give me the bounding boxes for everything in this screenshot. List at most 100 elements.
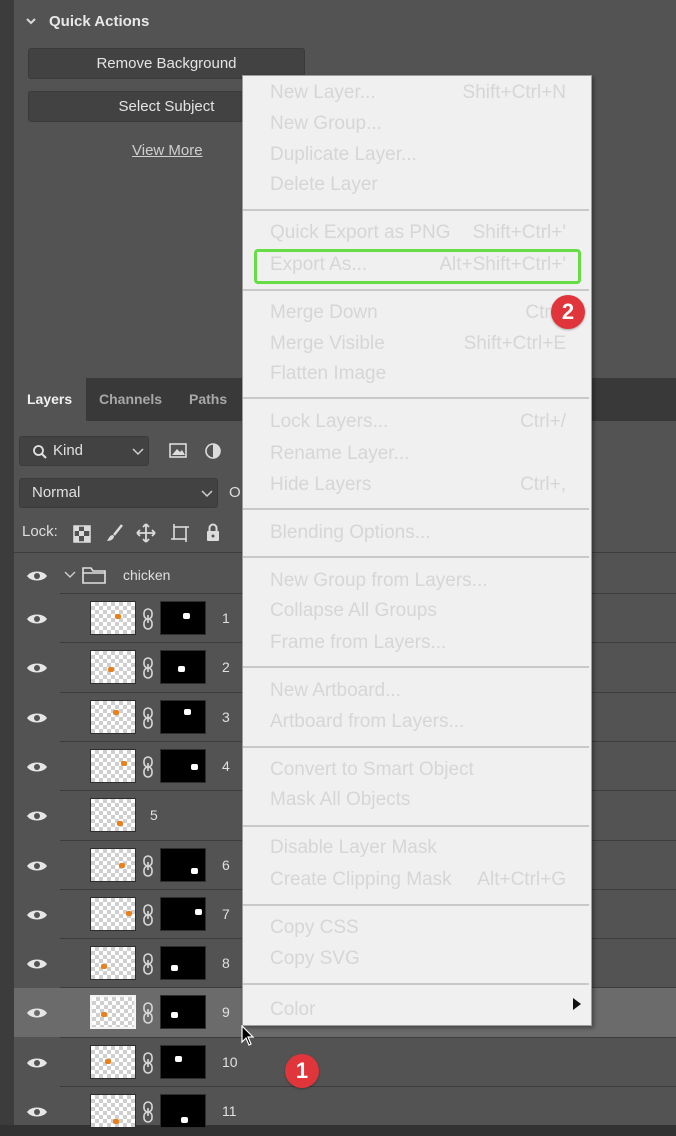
collapse-chevron-icon[interactable] — [24, 14, 38, 28]
visibility-eye-icon[interactable] — [26, 859, 48, 873]
layer-thumbnail[interactable] — [90, 1094, 136, 1128]
menu-item-create-clipping-mask[interactable]: Create Clipping Mask — [270, 868, 452, 892]
layer-thumbnail[interactable] — [90, 995, 136, 1030]
menu-item-copy-css[interactable]: Copy CSS — [270, 916, 359, 940]
thumbnail-content — [119, 862, 125, 868]
image-filter-icon[interactable] — [168, 441, 188, 461]
menu-item-new-group[interactable]: New Group... — [270, 112, 382, 136]
tab-paths[interactable]: Paths — [176, 378, 242, 421]
menu-item-new-artboard[interactable]: New Artboard... — [270, 679, 401, 703]
menu-item-collapse-all-groups[interactable]: Collapse All Groups — [270, 599, 437, 623]
mask-link-icon[interactable] — [142, 1101, 154, 1123]
mask-content — [195, 908, 202, 915]
lock-position-move-icon[interactable] — [136, 523, 156, 543]
mask-link-icon[interactable] — [142, 953, 154, 975]
visibility-eye-icon[interactable] — [26, 957, 48, 971]
mask-content — [191, 763, 198, 770]
mask-link-icon[interactable] — [142, 903, 154, 926]
tab-channels[interactable]: Channels — [86, 378, 176, 421]
mask-link-icon[interactable] — [142, 657, 154, 680]
view-more-link[interactable]: View More — [132, 142, 203, 159]
layer-name[interactable]: 9 — [222, 1004, 230, 1020]
lock-transparency-icon[interactable] — [72, 524, 92, 544]
layer-name[interactable]: 10 — [222, 1054, 238, 1070]
layer-name[interactable]: 3 — [222, 709, 230, 725]
layer-name[interactable]: 1 — [222, 610, 230, 626]
visibility-eye-icon[interactable] — [26, 612, 48, 626]
group-name[interactable]: chicken — [123, 567, 170, 583]
visibility-eye-icon[interactable] — [26, 1006, 48, 1020]
layer-mask-thumbnail[interactable] — [160, 1094, 206, 1128]
layer-mask-thumbnail[interactable] — [160, 946, 206, 981]
menu-shortcut-lock-layers: Ctrl+/ — [520, 411, 566, 432]
adjustment-filter-icon[interactable] — [203, 441, 223, 461]
mask-link-icon[interactable] — [142, 706, 154, 729]
menu-item-flatten-image[interactable]: Flatten Image — [270, 362, 386, 386]
menu-item-hide-layers[interactable]: Hide Layers — [270, 473, 371, 497]
layer-mask-thumbnail[interactable] — [160, 601, 206, 635]
visibility-eye-icon[interactable] — [26, 760, 48, 774]
layer-thumbnail[interactable] — [90, 847, 136, 882]
layer-name[interactable]: 7 — [222, 906, 230, 922]
layer-mask-thumbnail[interactable] — [160, 1044, 206, 1079]
layer-thumbnail[interactable] — [90, 601, 136, 635]
menu-item-duplicate-layer[interactable]: Duplicate Layer... — [270, 143, 417, 167]
visibility-eye-icon[interactable] — [26, 569, 48, 583]
menu-item-merge-down[interactable]: Merge Down — [270, 301, 378, 325]
menu-shortcut-quick-export-png: Shift+Ctrl+' — [472, 222, 566, 243]
menu-item-frame-from-layers[interactable]: Frame from Layers... — [270, 631, 446, 655]
menu-item-convert-to-smart-object[interactable]: Convert to Smart Object — [270, 758, 474, 782]
group-expand-chevron-icon[interactable] — [64, 570, 76, 580]
filter-kind-dropdown[interactable]: Kind — [19, 436, 149, 466]
layer-mask-thumbnail[interactable] — [160, 748, 206, 783]
visibility-eye-icon[interactable] — [26, 809, 48, 823]
menu-item-copy-svg[interactable]: Copy SVG — [270, 947, 360, 971]
tab-layers[interactable]: Layers — [14, 378, 86, 421]
layer-name[interactable]: 11 — [222, 1103, 237, 1119]
layer-mask-thumbnail[interactable] — [160, 650, 206, 685]
layer-name[interactable]: 8 — [222, 955, 230, 971]
menu-item-quick-export-png[interactable]: Quick Export as PNG — [270, 221, 451, 245]
menu-item-color[interactable]: Color — [270, 998, 315, 1022]
menu-item-delete-layer[interactable]: Delete Layer — [270, 173, 378, 197]
menu-item-lock-layers[interactable]: Lock Layers... — [270, 410, 388, 434]
layer-thumbnail[interactable] — [90, 946, 136, 981]
layer-mask-thumbnail[interactable] — [160, 847, 206, 882]
layer-thumbnail[interactable] — [90, 650, 136, 685]
layer-mask-thumbnail[interactable] — [160, 896, 206, 931]
layer-thumbnail[interactable] — [90, 699, 136, 734]
lock-all-icon[interactable] — [203, 522, 223, 542]
menu-item-disable-layer-mask[interactable]: Disable Layer Mask — [270, 836, 437, 860]
layer-name[interactable]: 2 — [222, 659, 230, 675]
layer-name[interactable]: 4 — [222, 758, 230, 774]
layer-mask-thumbnail[interactable] — [160, 699, 206, 734]
menu-item-merge-visible[interactable]: Merge Visible — [270, 332, 385, 356]
layer-name[interactable]: 5 — [150, 807, 158, 823]
layer-name[interactable]: 6 — [222, 857, 230, 873]
layer-thumbnail[interactable] — [90, 1044, 136, 1079]
lock-pixels-brush-icon[interactable] — [105, 523, 125, 543]
mask-link-icon[interactable] — [142, 1002, 154, 1025]
visibility-eye-icon[interactable] — [26, 661, 48, 675]
mask-link-icon[interactable] — [142, 608, 154, 630]
layer-mask-thumbnail[interactable] — [160, 995, 206, 1030]
menu-item-artboard-from-layers[interactable]: Artboard from Layers... — [270, 710, 464, 734]
visibility-eye-icon[interactable] — [26, 1105, 48, 1119]
menu-item-blending-options[interactable]: Blending Options... — [270, 521, 431, 545]
lock-artboard-icon[interactable] — [170, 523, 190, 543]
menu-item-new-layer[interactable]: New Layer... — [270, 81, 376, 105]
layer-thumbnail[interactable] — [90, 798, 136, 833]
visibility-eye-icon[interactable] — [26, 1056, 48, 1070]
layer-thumbnail[interactable] — [90, 748, 136, 783]
mask-link-icon[interactable] — [142, 854, 154, 877]
mask-link-icon[interactable] — [142, 1051, 154, 1074]
layer-thumbnail[interactable] — [90, 896, 136, 931]
visibility-eye-icon[interactable] — [26, 711, 48, 725]
menu-item-mask-all-objects[interactable]: Mask All Objects — [270, 788, 410, 812]
mask-link-icon[interactable] — [142, 756, 154, 778]
menu-shortcut-merge-visible: Shift+Ctrl+E — [463, 333, 566, 354]
visibility-eye-icon[interactable] — [26, 908, 48, 922]
menu-item-new-group-from-layers[interactable]: New Group from Layers... — [270, 569, 488, 593]
blend-mode-dropdown[interactable]: Normal — [19, 478, 218, 508]
menu-item-rename-layer[interactable]: Rename Layer... — [270, 442, 409, 466]
